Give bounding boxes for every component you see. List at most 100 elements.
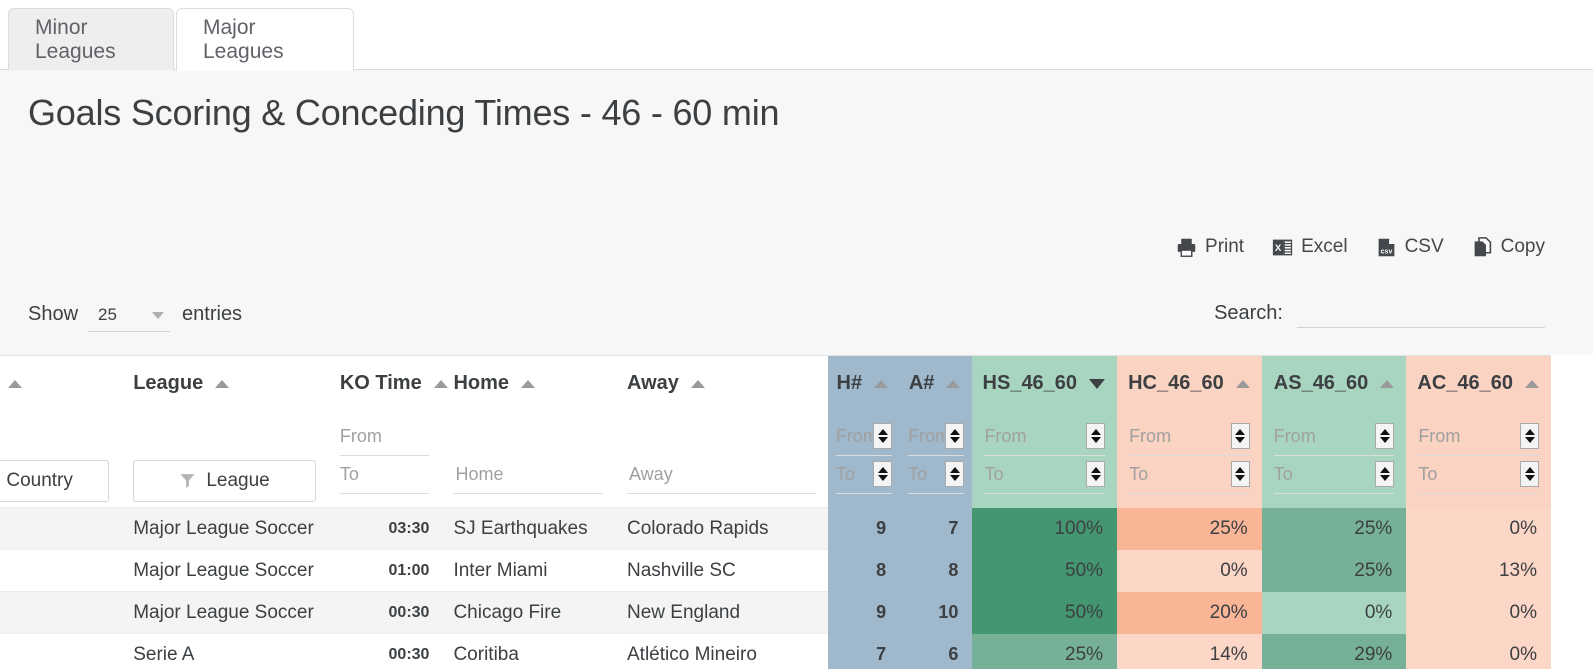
cell-country (0, 549, 122, 592)
ac-to-spinner[interactable] (1520, 461, 1539, 487)
col-header-as[interactable]: AS_46_60 (1261, 355, 1407, 412)
hc-from-spinner[interactable] (1230, 423, 1250, 449)
cell-h_num-text: 9 (876, 602, 887, 622)
svg-text:csv: csv (1380, 248, 1392, 255)
as-to-field[interactable]: To (1273, 456, 1395, 494)
table-row[interactable]: Major League Soccer 03:30 SJ Earthquakes Co… (0, 507, 1551, 550)
table-filter-row: Country League From To Home Away From To… (0, 411, 1551, 508)
h-num-from-spinner[interactable] (873, 423, 893, 449)
as-from-placeholder: From (1273, 425, 1316, 446)
cell-hs_46_60: 50% (972, 549, 1118, 592)
col-header-hc-label: HC_46_60 (1128, 372, 1224, 395)
cell-away-text: Atlético Mineiro (627, 643, 757, 665)
cell-league: Major League Soccer (121, 549, 328, 592)
hs-from-field[interactable]: From (984, 418, 1106, 456)
h-num-to-spinner[interactable] (873, 461, 893, 487)
cell-hc_46_60: 14% (1117, 633, 1262, 669)
ac-to-field[interactable]: To (1418, 456, 1539, 494)
cell-hs_46_60: 50% (972, 591, 1118, 634)
country-filter-button[interactable]: Country (0, 459, 110, 502)
col-header-kotime[interactable]: KO Time (327, 355, 448, 412)
entries-select[interactable]: 25 (88, 298, 171, 332)
cell-hs_46_60-text: 50% (1065, 559, 1104, 581)
print-button[interactable]: Print (1176, 236, 1244, 258)
a-num-from-spinner[interactable] (945, 423, 965, 449)
hs-from-spinner[interactable] (1086, 423, 1106, 449)
col-header-as-label: AS_46_60 (1273, 372, 1369, 395)
col-header-league[interactable]: League (121, 355, 328, 412)
h-num-from-placeholder: From (835, 425, 874, 446)
search-input[interactable] (1297, 300, 1545, 328)
cell-h_num: 8 (827, 549, 901, 592)
hc-from-field[interactable]: From (1129, 418, 1250, 456)
hc-to-spinner[interactable] (1230, 461, 1250, 487)
length-menu: Show 25 entries (28, 298, 242, 332)
cell-as_46_60-text: 25% (1354, 517, 1393, 539)
cell-home-text: SJ Earthquakes (453, 517, 588, 539)
cell-kotime-text: 01:00 (388, 561, 430, 579)
table-row[interactable]: Serie A 00:30 Coritiba Atlético Mineiro 7 6 25… (0, 633, 1551, 669)
hs-to-spinner[interactable] (1086, 461, 1106, 487)
tab-major-leagues[interactable]: Major Leagues (176, 8, 354, 71)
cell-h_num: 7 (827, 633, 901, 669)
as-to-spinner[interactable] (1375, 461, 1395, 487)
tab-minor-leagues-label: Minor Leagues (35, 15, 116, 63)
as-from-spinner[interactable] (1375, 423, 1395, 449)
cell-league: Major League Soccer (121, 591, 328, 634)
filter-cell-away (615, 412, 828, 508)
col-header-h-num[interactable]: H# (827, 355, 901, 412)
col-header-a-num[interactable]: A# (900, 355, 973, 412)
col-header-ac[interactable]: AC_46_60 (1406, 355, 1551, 412)
col-header-h-num-label: H# (836, 372, 863, 395)
col-header-hs[interactable]: HS_46_60 (972, 355, 1118, 412)
filter-cell-as: From To (1261, 411, 1407, 508)
h-num-from-field[interactable]: From (835, 418, 893, 456)
csv-button[interactable]: csv CSV (1376, 236, 1444, 258)
home-filter-input[interactable] (453, 455, 603, 494)
cell-away-text: Colorado Rapids (627, 517, 769, 539)
away-filter-input[interactable] (627, 455, 816, 494)
h-num-to-field[interactable]: To (835, 456, 893, 494)
ac-from-spinner[interactable] (1520, 423, 1539, 449)
a-num-to-spinner[interactable] (945, 461, 965, 487)
col-header-country[interactable]: try (0, 355, 122, 412)
cell-ac_46_60: 0% (1406, 507, 1551, 550)
hc-to-field[interactable]: To (1129, 456, 1250, 494)
sort-ascending-icon (215, 379, 230, 388)
a-num-from-field[interactable]: From (908, 418, 965, 456)
sort-ascending-icon (690, 379, 705, 388)
excel-button[interactable]: X Excel (1272, 236, 1348, 258)
col-header-away[interactable]: Away (615, 355, 828, 412)
as-from-field[interactable]: From (1273, 418, 1395, 456)
cell-away-text: New England (627, 601, 741, 623)
kotime-to-field[interactable]: To (339, 456, 430, 494)
cell-away: Colorado Rapids (615, 507, 828, 550)
entries-label: entries (182, 302, 243, 325)
col-header-hc[interactable]: HC_46_60 (1117, 355, 1262, 412)
table-scroll-container[interactable]: try League KO Time Home Away H# (0, 355, 1593, 669)
funnel-icon (180, 474, 195, 488)
cell-hc_46_60: 25% (1117, 507, 1262, 550)
table-row[interactable]: Major League Soccer 01:00 Inter Miami Nashv… (0, 549, 1551, 592)
filter-cell-country: Country (0, 412, 121, 508)
cell-hs_46_60-text: 100% (1054, 517, 1104, 539)
cell-hc_46_60: 20% (1117, 591, 1262, 634)
hs-to-field[interactable]: To (984, 456, 1106, 494)
cell-home-text: Coritiba (453, 643, 519, 665)
league-filter-button[interactable]: League (133, 459, 316, 502)
table-row[interactable]: Major League Soccer 00:30 Chicago Fire New … (0, 591, 1551, 634)
cell-league-text: Major League Soccer (133, 559, 314, 581)
cell-hs_46_60: 100% (972, 507, 1118, 550)
cell-league-text: Serie A (133, 643, 195, 665)
col-header-away-label: Away (627, 372, 679, 395)
a-num-to-field[interactable]: To (908, 456, 965, 494)
copy-button[interactable]: Copy (1472, 236, 1545, 258)
cell-hs_46_60-text: 50% (1065, 601, 1104, 623)
ac-from-field[interactable]: From (1418, 418, 1539, 456)
cell-kotime: 03:30 (327, 507, 442, 550)
tab-minor-leagues[interactable]: Minor Leagues (8, 8, 174, 70)
col-header-home[interactable]: Home (441, 355, 615, 412)
cell-country (0, 591, 122, 634)
a-num-from-placeholder: From (908, 425, 946, 446)
kotime-from-field[interactable]: From (339, 418, 430, 456)
